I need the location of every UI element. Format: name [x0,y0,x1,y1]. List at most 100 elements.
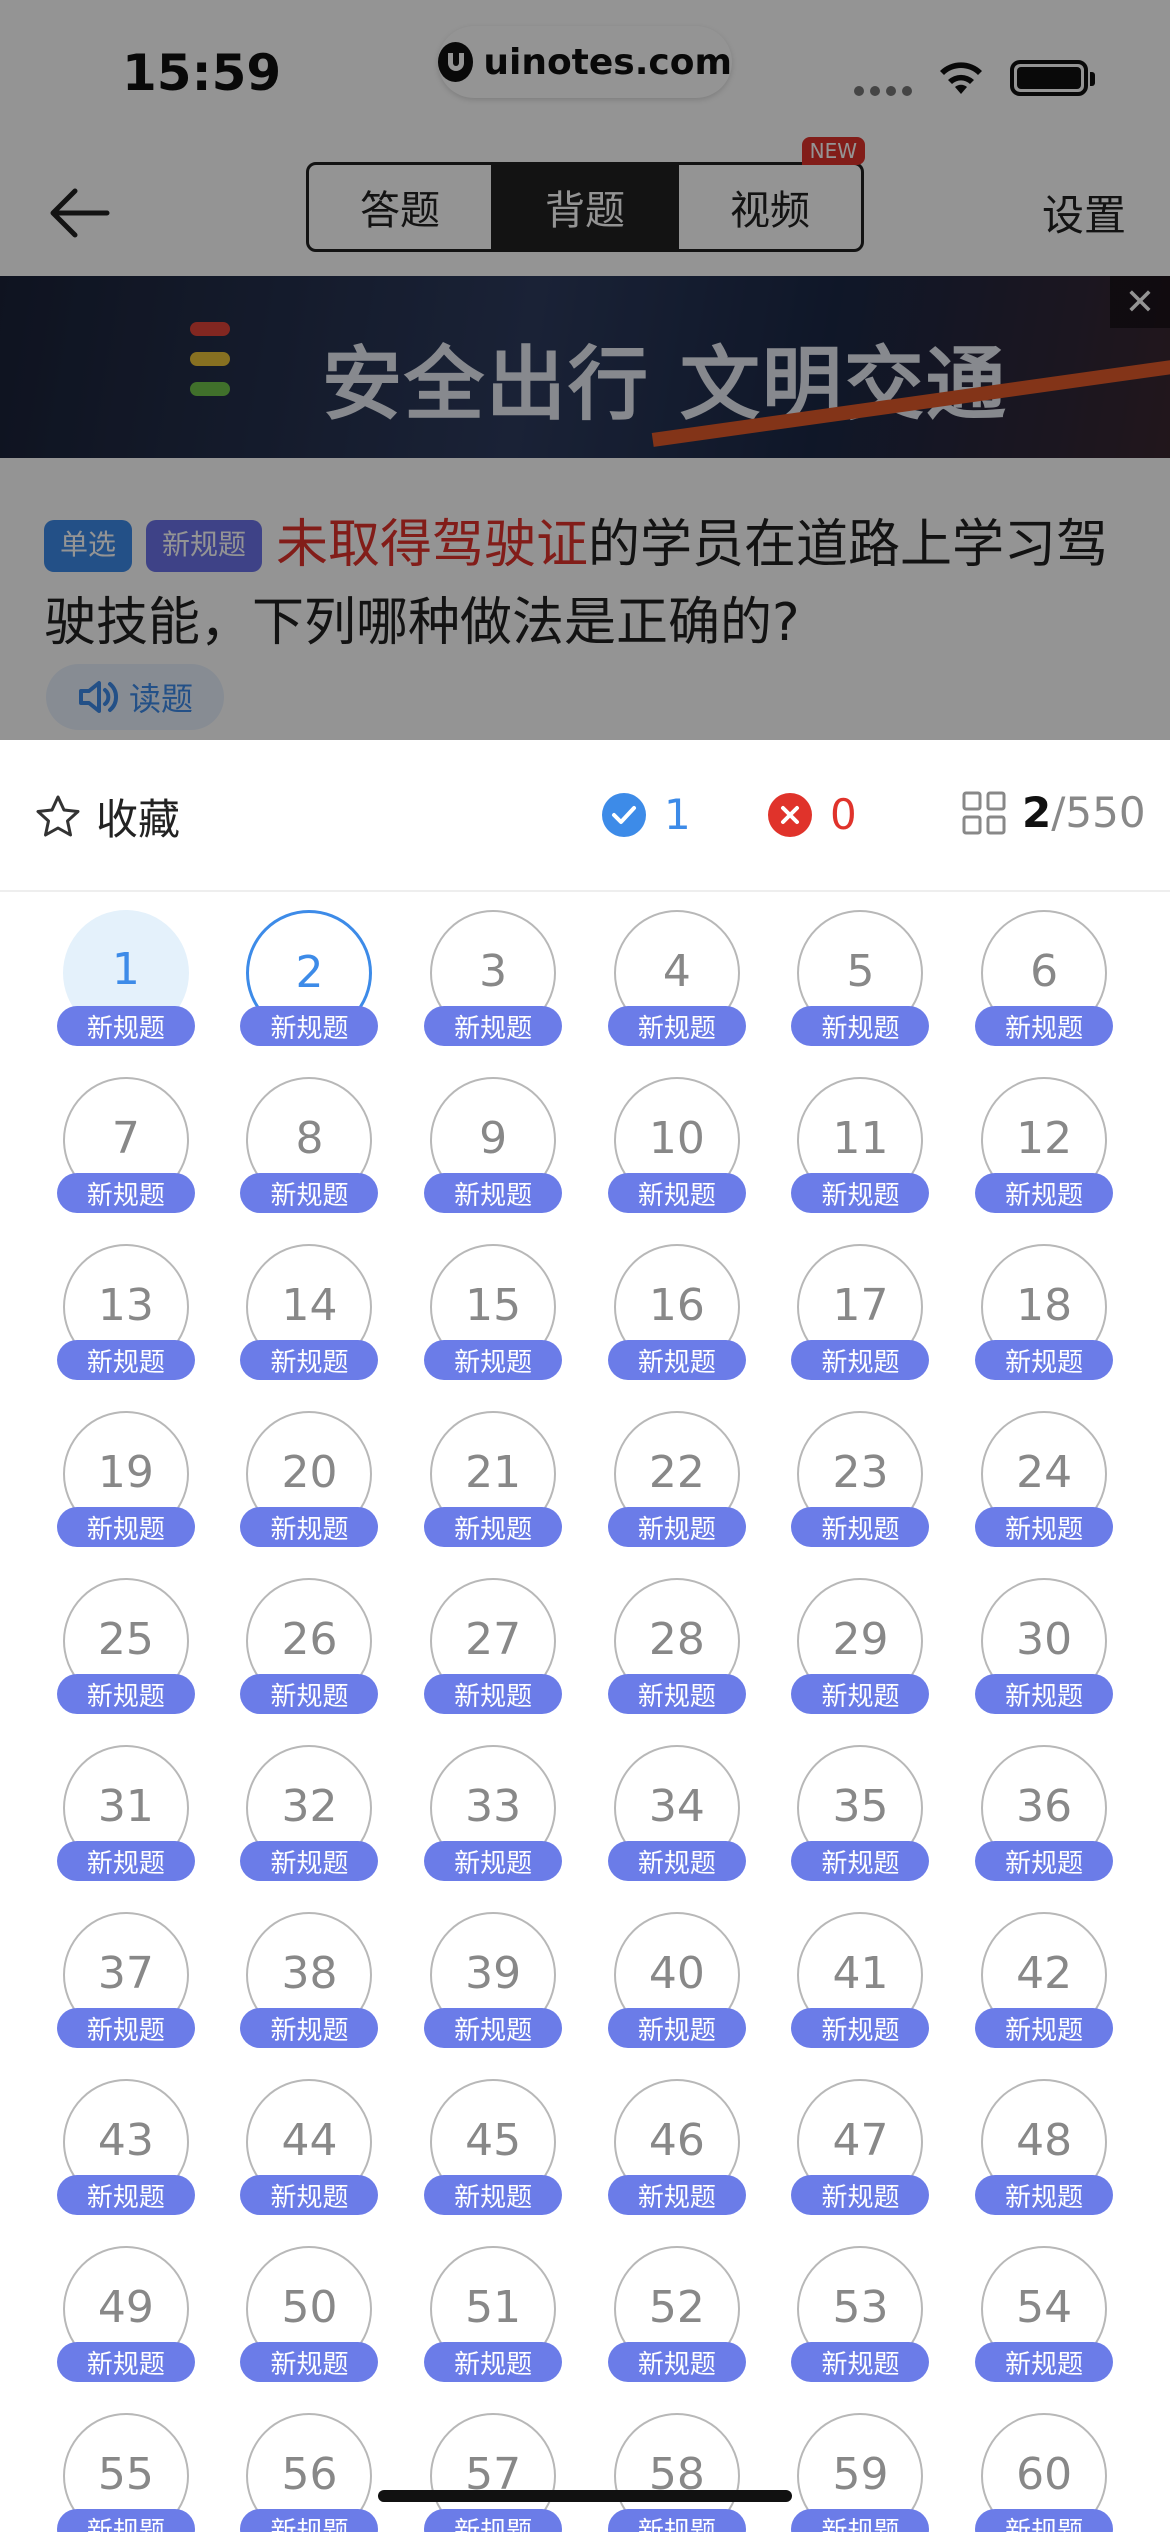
new-rule-tag: 新规题 [56,1173,195,1213]
question-cell[interactable]: 10 新规题 [585,1077,769,1213]
question-cell[interactable]: 52 新规题 [585,2246,769,2382]
question-cell[interactable]: 12 新规题 [952,1077,1136,1213]
question-cell[interactable]: 2 新规题 [218,910,402,1046]
new-rule-tag: 新规题 [240,1507,379,1547]
question-cell[interactable]: 43 新规题 [34,2079,218,2215]
question-cell[interactable]: 7 新规题 [34,1077,218,1213]
question-cell[interactable]: 59 新规题 [769,2413,953,2532]
new-rule-tag: 新规题 [975,2008,1114,2048]
question-cell[interactable]: 1 新规题 [34,910,218,1046]
question-cell[interactable]: 29 新规题 [769,1578,953,1714]
question-cell[interactable]: 35 新规题 [769,1745,953,1881]
traffic-light-icon [190,322,230,396]
new-rule-tag: 新规题 [607,2509,746,2532]
new-rule-tag: 新规题 [975,2509,1114,2532]
question-cell[interactable]: 20 新规题 [218,1411,402,1547]
question-cell[interactable]: 54 新规题 [952,2246,1136,2382]
question-cell[interactable]: 32 新规题 [218,1745,402,1881]
answer-sheet: 收藏 1 0 2/550 1 新规题 2 新规题 3 新规题 4 新规题 5 新规题 6 新规题 7 新规… [0,740,1170,2532]
read-question-label: 读题 [128,680,193,718]
url-pill[interactable]: uinotes.com [438,26,732,98]
question-cell[interactable]: 38 新规题 [218,1912,402,2048]
question-cell[interactable]: 21 新规题 [401,1411,585,1547]
question-cell[interactable]: 22 新规题 [585,1411,769,1547]
wrong-count: 0 [768,790,857,839]
tab-answer[interactable]: 答题 [309,165,491,249]
tab-video-label: 视频 [730,188,810,234]
new-rule-tag: 新规题 [56,1674,195,1714]
question-cell[interactable]: 16 新规题 [585,1244,769,1380]
question-cell[interactable]: 5 新规题 [769,910,953,1046]
question-cell[interactable]: 47 新规题 [769,2079,953,2215]
question-cell[interactable]: 28 新规题 [585,1578,769,1714]
question-cell[interactable]: 58 新规题 [585,2413,769,2532]
correct-count-value: 1 [664,790,691,839]
question-cell[interactable]: 3 新规题 [401,910,585,1046]
question-cell[interactable]: 57 新规题 [401,2413,585,2532]
question-cell[interactable]: 41 新规题 [769,1912,953,2048]
question-cell[interactable]: 11 新规题 [769,1077,953,1213]
question-cell[interactable]: 39 新规题 [401,1912,585,2048]
question-cell[interactable]: 40 新规题 [585,1912,769,2048]
question-cell[interactable]: 45 新规题 [401,2079,585,2215]
question-cell[interactable]: 15 新规题 [401,1244,585,1380]
question-cell[interactable]: 24 新规题 [952,1411,1136,1547]
tab-video[interactable]: 视频 NEW [676,137,865,249]
question-cell[interactable]: 31 新规题 [34,1745,218,1881]
back-arrow-icon[interactable] [44,178,114,248]
question-cell[interactable]: 48 新规题 [952,2079,1136,2215]
question-cell[interactable]: 25 新规题 [34,1578,218,1714]
new-rule-tag: 新规题 [424,2008,563,2048]
question-cell[interactable]: 33 新规题 [401,1745,585,1881]
progress-total: /550 [1051,788,1146,837]
question-cell[interactable]: 36 新规题 [952,1745,1136,1881]
question-cell[interactable]: 27 新规题 [401,1578,585,1714]
new-rule-tag: 新规题 [240,2342,379,2382]
question-cell[interactable]: 14 新规题 [218,1244,402,1380]
question-cell[interactable]: 18 新规题 [952,1244,1136,1380]
question-cell[interactable]: 13 新规题 [34,1244,218,1380]
new-rule-tag: 新规题 [607,1006,746,1046]
favorite-button[interactable]: 收藏 [34,786,180,847]
question-cell[interactable]: 34 新规题 [585,1745,769,1881]
new-rule-tag: 新规题 [607,2175,746,2215]
new-rule-tag: 新规题 [56,2008,195,2048]
tab-answer-label: 答题 [360,188,440,234]
read-question-button[interactable]: 读题 [46,664,224,730]
new-rule-tag: 新规题 [240,2175,379,2215]
question-cell[interactable]: 55 新规题 [34,2413,218,2532]
question-cell[interactable]: 44 新规题 [218,2079,402,2215]
question-cell[interactable]: 19 新规题 [34,1411,218,1547]
new-rule-tag: 新规题 [424,1006,563,1046]
question-cell[interactable]: 60 新规题 [952,2413,1136,2532]
question-cell[interactable]: 46 新规题 [585,2079,769,2215]
question-cell[interactable]: 9 新规题 [401,1077,585,1213]
banner-close-icon[interactable]: ✕ [1110,276,1170,328]
question-cell[interactable]: 56 新规题 [218,2413,402,2532]
question-cell[interactable]: 30 新规题 [952,1578,1136,1714]
new-rule-tag: 新规题 [975,1173,1114,1213]
tab-memorize[interactable]: 背题 [491,165,676,249]
question-cell[interactable]: 4 新规题 [585,910,769,1046]
new-rule-tag: 新规题 [791,1841,930,1881]
battery-icon [1010,60,1088,96]
check-circle-icon [602,792,646,837]
ad-banner[interactable]: 安全出行 文明交通 ✕ [0,276,1170,458]
question-cell[interactable]: 49 新规题 [34,2246,218,2382]
new-rule-tag: 新规题 [791,2509,930,2532]
question-cell[interactable]: 53 新规题 [769,2246,953,2382]
settings-button[interactable]: 设置 [1042,182,1126,243]
question-cell[interactable]: 42 新规题 [952,1912,1136,2048]
new-rule-tag: 新规题 [424,2342,563,2382]
question-cell[interactable]: 37 新规题 [34,1912,218,2048]
tag-new-rule: 新规题 [146,520,263,572]
question-cell[interactable]: 51 新规题 [401,2246,585,2382]
question-cell[interactable]: 8 新规题 [218,1077,402,1213]
question-cell[interactable]: 23 新规题 [769,1411,953,1547]
new-rule-tag: 新规题 [56,1006,195,1046]
question-cell[interactable]: 17 新规题 [769,1244,953,1380]
question-cell[interactable]: 6 新规题 [952,910,1136,1046]
question-cell[interactable]: 50 新规题 [218,2246,402,2382]
question-cell[interactable]: 26 新规题 [218,1578,402,1714]
question-text: 单选 新规题 未取得驾驶证的学员在道路上学习驾驶技能，下列哪种做法是正确的? [44,506,1134,662]
